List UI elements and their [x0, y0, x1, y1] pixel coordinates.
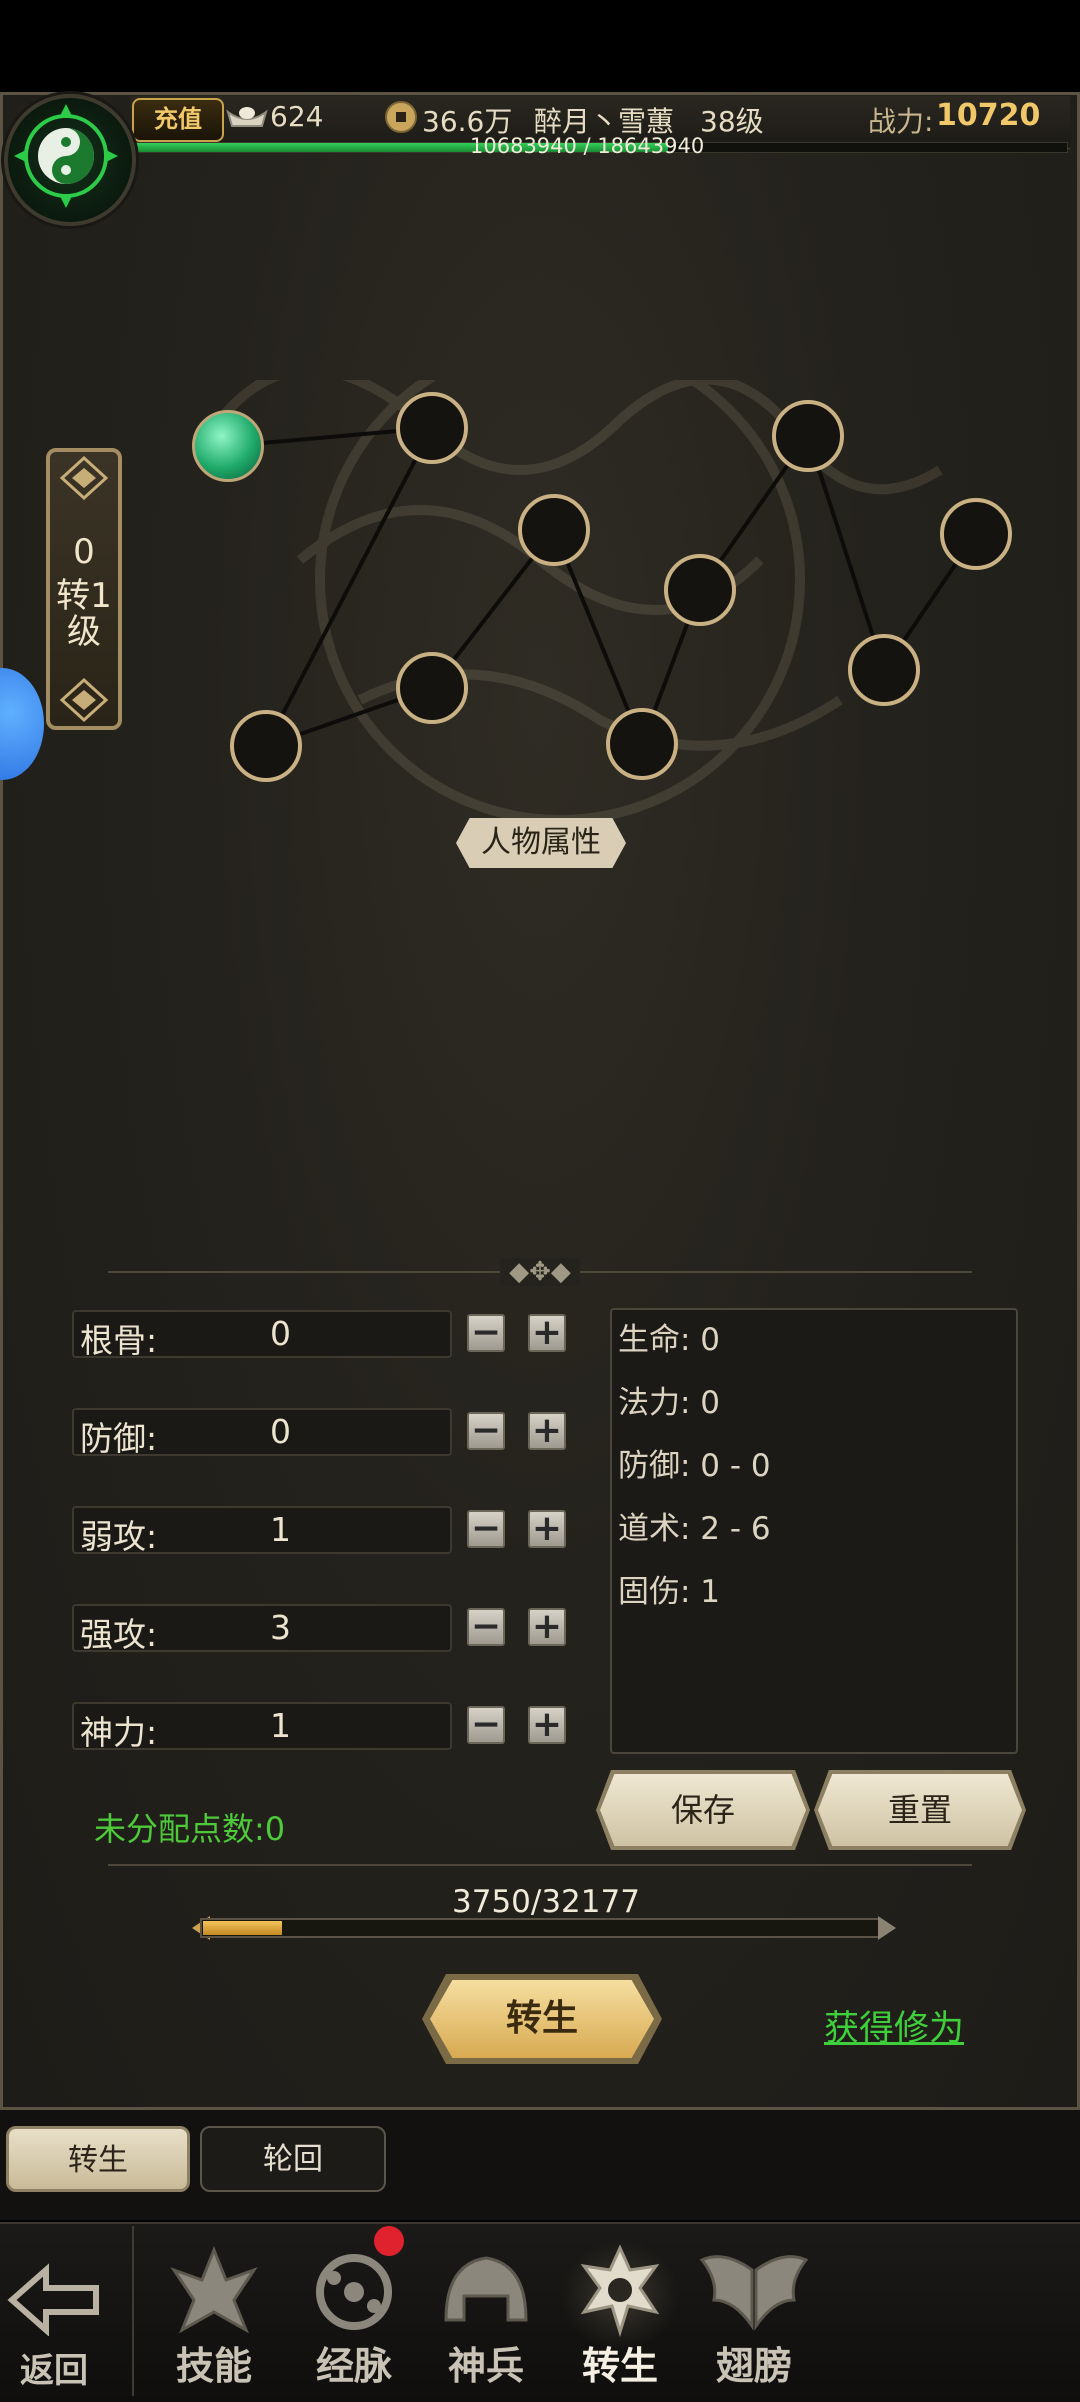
nav-divine-weapon[interactable]: 神兵 — [426, 2240, 546, 2390]
node-7[interactable] — [664, 554, 736, 626]
back-arrow-icon — [7, 2263, 99, 2337]
nav-skills[interactable]: 技能 — [154, 2240, 274, 2390]
cultivation-progress-text: 3750/32177 — [452, 1884, 640, 1920]
decrease-constitution-button[interactable]: − — [467, 1314, 505, 1352]
node-8[interactable] — [772, 400, 844, 472]
save-button[interactable]: 保存 — [600, 1774, 806, 1846]
derived-defense: 防御: 0 - 0 — [618, 1448, 771, 1484]
increase-divine-power-button[interactable]: + — [528, 1706, 566, 1744]
gain-cultivation-link[interactable]: 获得修为 — [824, 2000, 964, 2051]
cultivation-progress-bar — [200, 1918, 880, 1938]
increase-strong-attack-button[interactable]: + — [528, 1608, 566, 1646]
reset-button[interactable]: 重置 — [818, 1774, 1022, 1846]
increase-defense-button[interactable]: + — [528, 1412, 566, 1450]
back-label: 返回 — [20, 2351, 88, 2391]
nav-wings-label: 翅膀 — [715, 2344, 792, 2388]
meridians-icon — [316, 2254, 392, 2330]
node-5[interactable] — [518, 494, 590, 566]
stat-label-divine-power: 神力: — [80, 1713, 158, 1752]
node-6[interactable] — [606, 708, 678, 780]
stat-label-constitution: 根骨: — [80, 1321, 158, 1360]
stat-value-constitution: 0 — [270, 1314, 291, 1353]
rebirth-icon — [580, 2244, 660, 2338]
power-value: 10720 — [936, 98, 1041, 133]
stat-value-divine-power: 1 — [270, 1706, 291, 1745]
nav-separator — [132, 2226, 134, 2396]
back-button[interactable]: 返回 — [4, 2256, 104, 2392]
nav-rebirth-label: 转生 — [581, 2344, 658, 2388]
stat-label-weak-attack: 弱攻: — [80, 1517, 158, 1556]
coin-icon — [384, 100, 418, 134]
tab-reincarnation[interactable]: 轮回 — [200, 2126, 386, 2192]
recharge-button[interactable]: 充值 — [132, 98, 224, 142]
wings-icon — [699, 2255, 809, 2331]
derived-mp: 法力: 0 — [618, 1385, 721, 1421]
node-3[interactable] — [230, 710, 302, 782]
divider-ornament-icon: ◆✥◆ — [500, 1258, 580, 1286]
increase-constitution-button[interactable]: + — [528, 1314, 566, 1352]
derived-taoism: 道术: 2 - 6 — [618, 1511, 771, 1547]
status-bar — [0, 0, 1080, 92]
derived-fixed-damage: 固伤: 1 — [618, 1574, 721, 1610]
nav-meridians[interactable]: 经脉 — [294, 2240, 414, 2390]
nav-meridians-label: 经脉 — [315, 2344, 392, 2388]
decrease-weak-attack-button[interactable]: − — [467, 1510, 505, 1548]
unallocated-points: 未分配点数:0 — [94, 1810, 286, 1848]
decrease-divine-power-button[interactable]: − — [467, 1706, 505, 1744]
progress-right-arrow-icon — [878, 1916, 896, 1940]
stat-value-weak-attack: 1 — [270, 1510, 291, 1549]
exp-text: 10683940 / 18643940 — [470, 134, 705, 158]
stat-label-defense: 防御: — [80, 1419, 158, 1458]
stat-label-strong-attack: 强攻: — [80, 1615, 158, 1654]
ingot-icon — [226, 104, 268, 130]
taiji-menu-icon[interactable] — [4, 94, 136, 226]
derived-hp: 生命: 0 — [618, 1322, 721, 1358]
meridian-node-map — [216, 380, 978, 820]
skills-icon — [170, 2245, 258, 2334]
decrease-strong-attack-button[interactable]: − — [467, 1608, 505, 1646]
node-active[interactable] — [192, 410, 264, 482]
node-9[interactable] — [848, 634, 920, 706]
notification-dot — [374, 2226, 404, 2256]
character-attributes-tag: 人物属性 — [456, 818, 626, 868]
node-10[interactable] — [940, 498, 1012, 570]
nav-divine-weapon-label: 神兵 — [447, 2344, 524, 2388]
stat-value-defense: 0 — [270, 1412, 291, 1451]
node-2[interactable] — [396, 392, 468, 464]
rebirth-button[interactable]: 转生 — [430, 1980, 654, 2058]
player-level: 38级 — [700, 105, 764, 138]
node-4[interactable] — [396, 652, 468, 724]
power-label: 战力: — [868, 105, 934, 138]
increase-weak-attack-button[interactable]: + — [528, 1510, 566, 1548]
nav-wings[interactable]: 翅膀 — [694, 2240, 814, 2390]
decrease-defense-button[interactable]: − — [467, 1412, 505, 1450]
tab-rebirth[interactable]: 转生 — [6, 2126, 190, 2192]
ingot-count: 624 — [270, 100, 324, 133]
helmet-icon — [444, 2256, 528, 2322]
nav-skills-label: 技能 — [175, 2344, 252, 2388]
cultivation-progress-fill — [203, 1921, 282, 1935]
nav-rebirth[interactable]: 转生 — [560, 2240, 680, 2390]
stat-value-strong-attack: 3 — [270, 1608, 291, 1647]
section-divider-2 — [108, 1864, 972, 1866]
